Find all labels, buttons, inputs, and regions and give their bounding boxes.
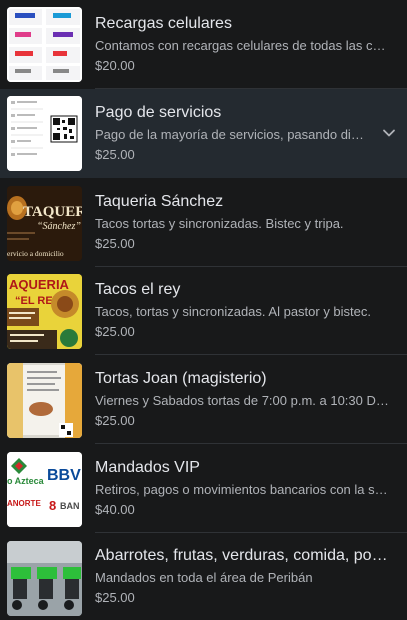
item-price: $25.00 xyxy=(95,590,135,605)
item-thumbnail xyxy=(7,363,82,438)
item-thumbnail xyxy=(7,7,82,82)
item-title: Pago de servicios xyxy=(95,104,222,121)
item-description: Retiros, pagos o movimientos bancarios c… xyxy=(95,482,389,497)
chevron-down-icon[interactable] xyxy=(381,125,397,141)
item-price: $25.00 xyxy=(95,413,135,428)
item-title: Tortas Joan (magisterio) xyxy=(95,370,267,387)
svg-text:TAQUERIA: TAQUERIA xyxy=(23,204,82,220)
list-item[interactable]: Recargas celulares Contamos con recargas… xyxy=(0,0,407,89)
list-item[interactable]: o Azteca BBV ANORTE 8 BAN Mandados VIP R… xyxy=(0,444,407,533)
item-thumbnail xyxy=(7,96,82,171)
svg-text:BAN: BAN xyxy=(60,501,80,511)
item-description: Tacos, tortas y sincronizadas. Al pastor… xyxy=(95,304,372,319)
item-description: Contamos con recargas celulares de todas… xyxy=(95,38,389,53)
item-description: Pago de la mayoría de servicios, pasando… xyxy=(95,127,367,142)
item-thumbnail xyxy=(7,541,82,616)
list-item[interactable]: TAQUERIA “Sánchez” ervicio a domicilio T… xyxy=(0,178,407,267)
svg-text:“Sánchez”: “Sánchez” xyxy=(37,221,81,232)
item-title: Mandados VIP xyxy=(95,459,200,476)
svg-text:BBV: BBV xyxy=(47,467,81,484)
item-title: Taqueria Sánchez xyxy=(95,193,224,210)
svg-text:AQUERIA: AQUERIA xyxy=(9,277,70,292)
item-price: $25.00 xyxy=(95,324,135,339)
svg-text:ANORTE: ANORTE xyxy=(7,499,41,508)
service-list: Recargas celulares Contamos con recargas… xyxy=(0,0,407,620)
item-thumbnail: AQUERIA “EL REY” xyxy=(7,274,82,349)
item-title: Abarrotes, frutas, verduras, comida, pos… xyxy=(95,547,389,564)
item-price: $40.00 xyxy=(95,502,135,517)
item-description: Mandados en toda el área de Peribán xyxy=(95,570,313,585)
list-item-active[interactable]: Pago de servicios Pago de la mayoría de … xyxy=(0,89,407,178)
item-price: $25.00 xyxy=(95,236,135,251)
list-item[interactable]: Abarrotes, frutas, verduras, comida, pos… xyxy=(0,532,407,620)
item-price: $25.00 xyxy=(95,147,135,162)
item-thumbnail: TAQUERIA “Sánchez” ervicio a domicilio xyxy=(7,186,82,261)
svg-text:ervicio a domicilio: ervicio a domicilio xyxy=(7,249,64,258)
item-title: Recargas celulares xyxy=(95,15,232,32)
list-item[interactable]: AQUERIA “EL REY” Tacos el rey Tacos, tor… xyxy=(0,266,407,355)
item-description: Tacos tortas y sincronizadas. Bistec y t… xyxy=(95,216,344,231)
list-item[interactable]: Tortas Joan (magisterio) Viernes y Sabad… xyxy=(0,355,407,444)
svg-text:o Azteca: o Azteca xyxy=(7,476,45,486)
item-price: $20.00 xyxy=(95,58,135,73)
item-thumbnail: o Azteca BBV ANORTE 8 BAN xyxy=(7,452,82,527)
item-title: Tacos el rey xyxy=(95,281,181,298)
item-description: Viernes y Sabados tortas de 7:00 p.m. a … xyxy=(95,393,389,408)
svg-text:8: 8 xyxy=(49,498,56,513)
